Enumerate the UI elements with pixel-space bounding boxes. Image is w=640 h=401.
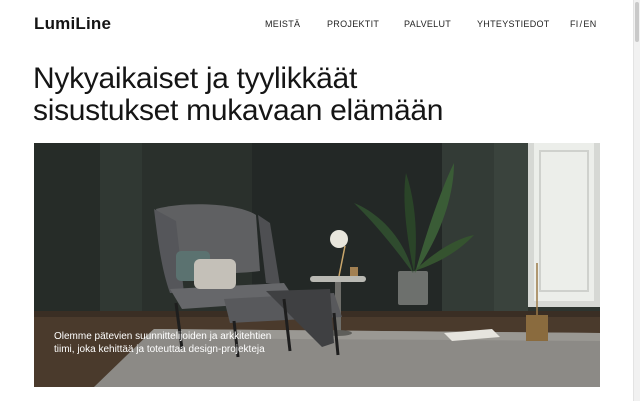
- main-nav: MEISTÄ PROJEKTIT PALVELUT YHTEYSTIEDOT: [0, 19, 640, 33]
- lang-en-link[interactable]: EN: [583, 19, 596, 29]
- language-switcher: FI/EN: [570, 19, 597, 29]
- hero-caption: Olemme pätevien suunnittelijoiden ja ark…: [54, 331, 272, 355]
- hero-title-line-2: sisustukset mukavaan elämään: [33, 94, 444, 127]
- nav-link-yhteystiedot[interactable]: YHTEYSTIEDOT: [477, 19, 550, 29]
- lang-fi-link[interactable]: FI: [570, 19, 579, 29]
- scrollbar-thumb[interactable]: [635, 2, 639, 42]
- site-header: LumiLine MEISTÄ PROJEKTIT PALVELUT YHTEY…: [0, 0, 640, 52]
- hero-title-line-1: Nykyaikaiset ja tyylikkäät: [33, 62, 357, 95]
- hero-image: Olemme pätevien suunnittelijoiden ja ark…: [34, 143, 600, 387]
- lang-separator: /: [579, 19, 583, 29]
- hero-title: Nykyaikaiset ja tyylikkäät sisustukset m…: [33, 63, 593, 127]
- nav-link-meista[interactable]: MEISTÄ: [265, 19, 300, 29]
- nav-link-palvelut[interactable]: PALVELUT: [404, 19, 451, 29]
- page-scrollbar[interactable]: [633, 0, 640, 401]
- nav-link-projektit[interactable]: PROJEKTIT: [327, 19, 379, 29]
